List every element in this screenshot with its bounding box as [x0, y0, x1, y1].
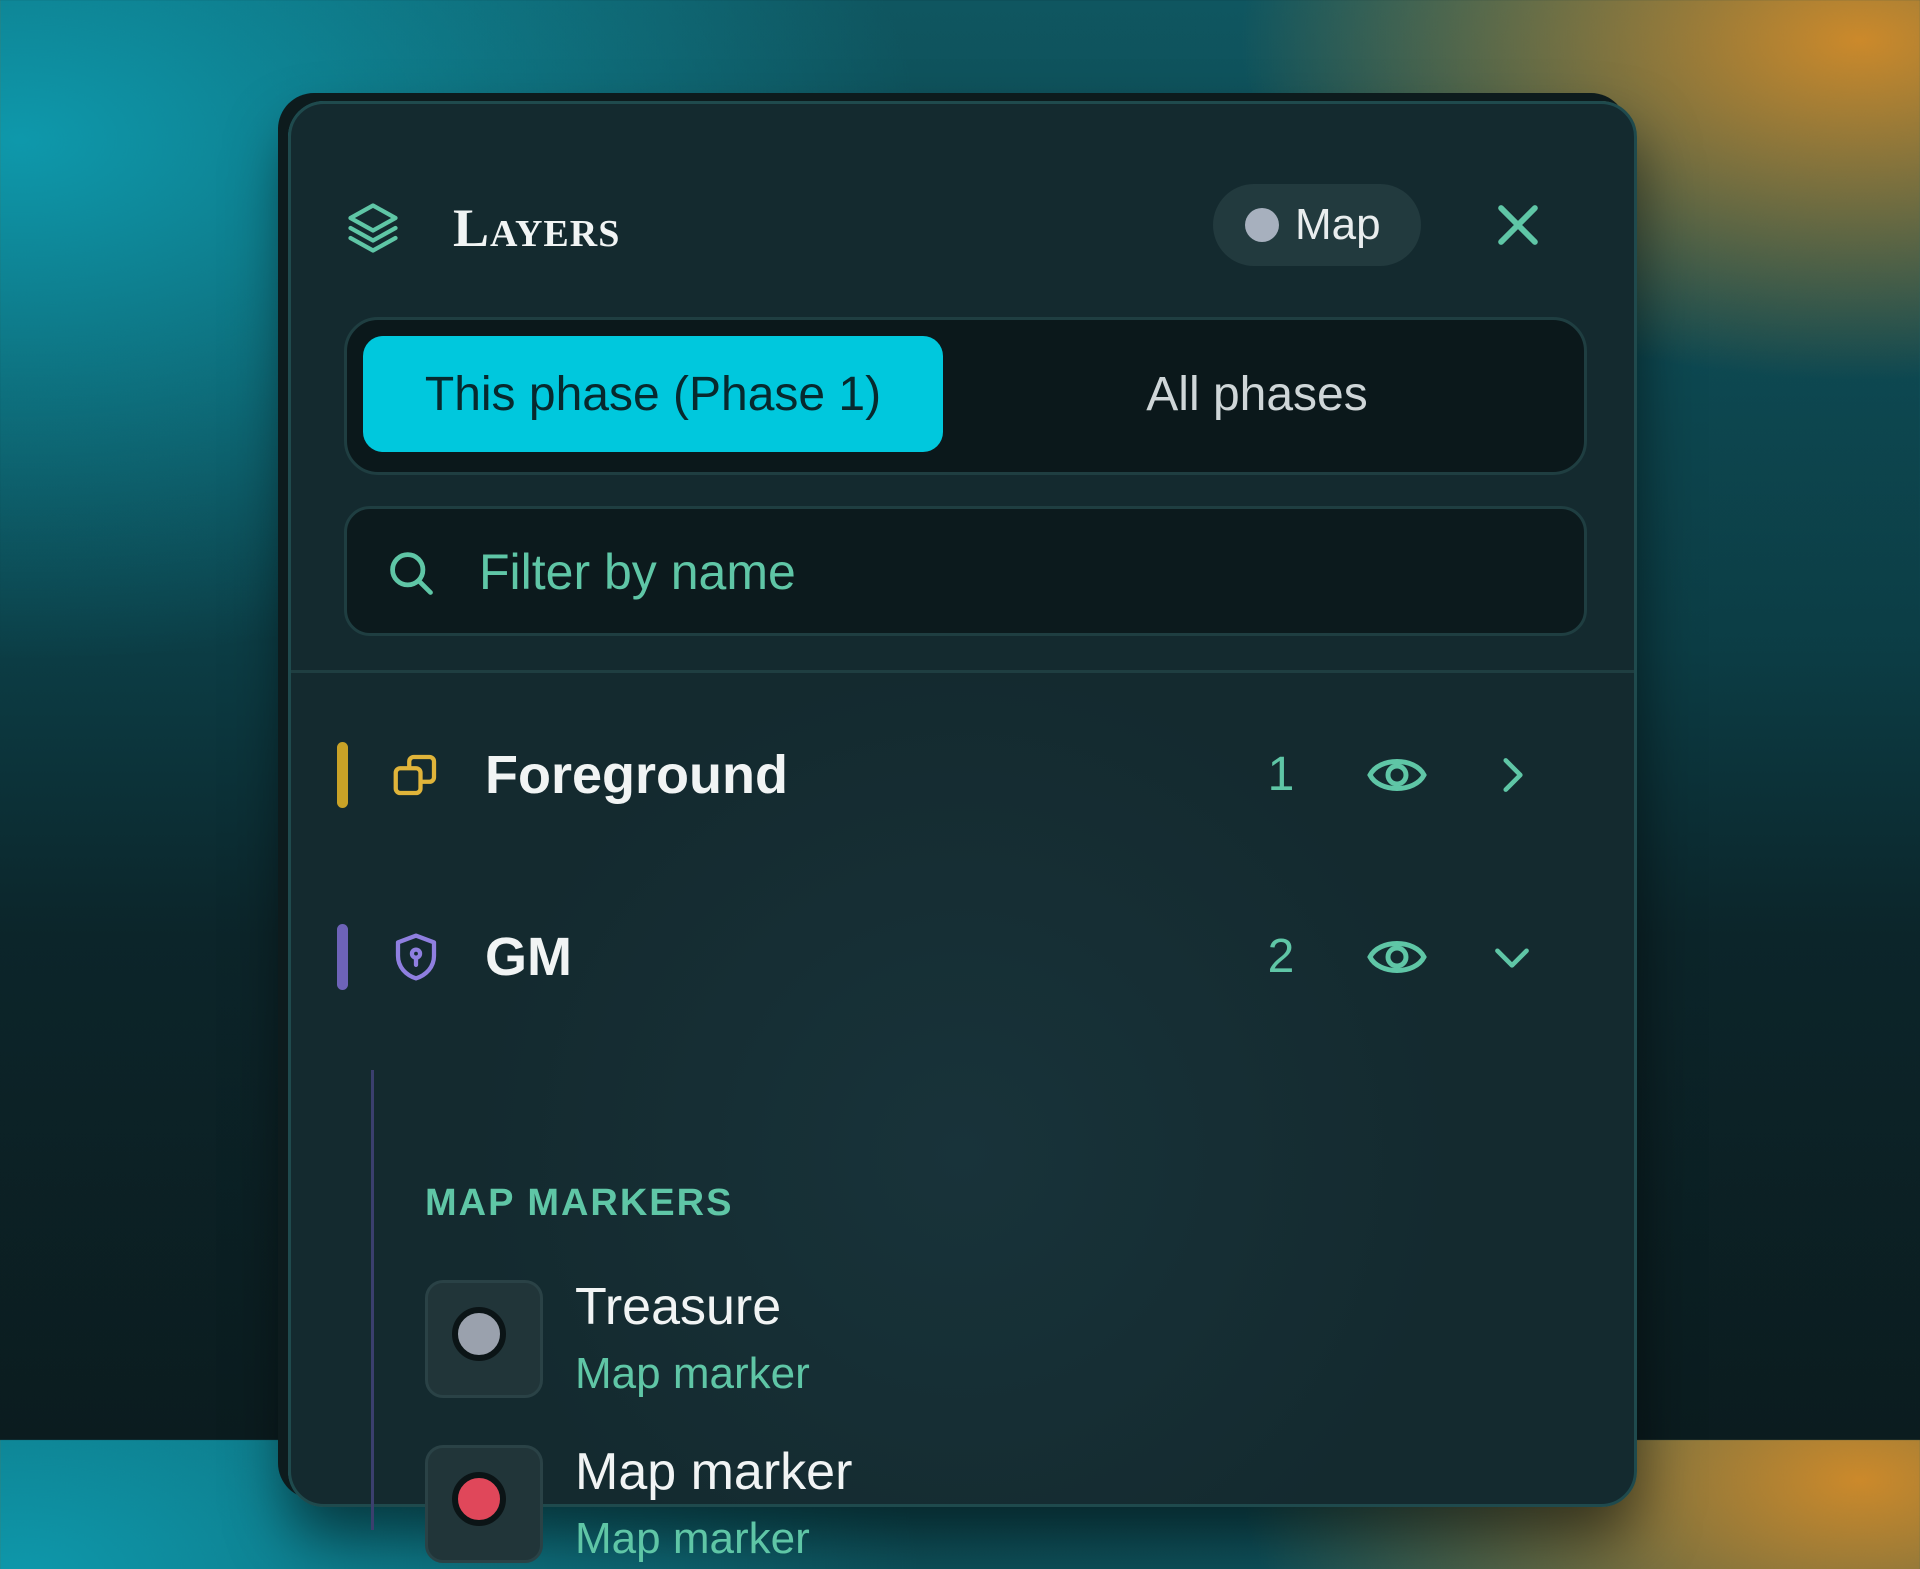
layer-accent-bar — [337, 924, 348, 990]
layer-row-gm[interactable]: GM 2 — [291, 902, 1634, 1012]
search-box — [344, 506, 1587, 636]
layers-panel: Layers Map This phase (Phase 1) All phas… — [288, 101, 1637, 1563]
marker-dot — [452, 1472, 506, 1526]
shield-icon — [395, 933, 437, 981]
marker-swatch — [425, 1280, 543, 1398]
layer-count: 1 — [1267, 748, 1295, 801]
marker-dot — [452, 1307, 506, 1361]
mode-badge-label: Map — [1295, 200, 1381, 249]
group-indent-line — [371, 1070, 374, 1530]
divider — [291, 670, 1634, 673]
layer-name: GM — [485, 927, 572, 987]
tab-this-phase[interactable]: This phase (Phase 1) — [363, 336, 943, 452]
mode-badge[interactable]: Map — [1213, 184, 1421, 266]
layer-accent-bar — [337, 742, 348, 808]
panel-title: Layers — [453, 198, 621, 258]
search-input[interactable] — [477, 531, 1541, 613]
tab-all-phases[interactable]: All phases — [947, 336, 1567, 452]
eye-icon[interactable] — [1365, 930, 1429, 984]
chevron-right-icon[interactable] — [1487, 750, 1537, 800]
item-name: Map marker — [575, 1443, 853, 1501]
marker-swatch — [425, 1445, 543, 1563]
item-type: Map marker — [575, 1514, 810, 1563]
item-type: Map marker — [575, 1349, 810, 1398]
search-icon — [390, 552, 433, 595]
chevron-down-icon[interactable] — [1487, 932, 1537, 982]
list-item-treasure[interactable]: Treasure Map marker — [425, 1278, 1525, 1404]
layer-count: 2 — [1267, 930, 1295, 983]
eye-icon[interactable] — [1365, 748, 1429, 802]
list-item-map-marker[interactable]: Map marker Map marker — [425, 1443, 1525, 1569]
section-label-map-markers: MAP MARKERS — [425, 1182, 734, 1224]
phase-toggle: This phase (Phase 1) All phases — [344, 317, 1587, 475]
layer-name: Foreground — [485, 745, 788, 805]
layer-row-foreground[interactable]: Foreground 1 — [291, 720, 1634, 830]
panel-header: Layers Map — [291, 104, 1634, 324]
layers-icon — [348, 203, 398, 253]
item-name: Treasure — [575, 1278, 782, 1336]
copy-icon — [393, 754, 437, 796]
close-icon[interactable] — [1489, 196, 1547, 254]
mode-dot — [1245, 208, 1279, 242]
